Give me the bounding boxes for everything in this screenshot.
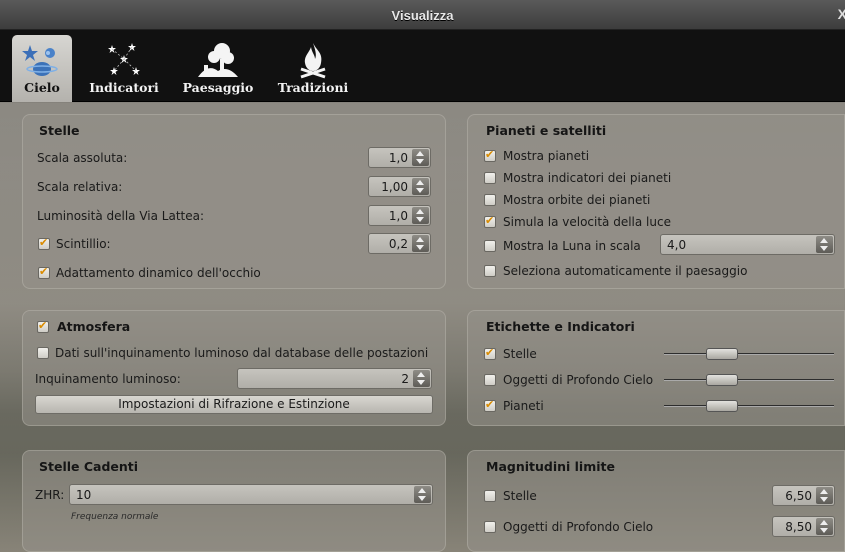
adaptation-label: Adattamento dinamico dell'occhio bbox=[56, 266, 261, 280]
tab-indicatori[interactable]: Indicatori bbox=[82, 35, 166, 102]
label-planets-slider-handle[interactable] bbox=[706, 400, 738, 412]
label-stars-label: Stelle bbox=[503, 347, 537, 361]
zhr-spinbox[interactable]: 10 bbox=[69, 484, 433, 505]
planets-title: Pianeti e satelliti bbox=[486, 123, 607, 138]
twinkle-label: Scintillio: bbox=[56, 237, 111, 251]
stars-panel: Stelle Scala assoluta: 1,0 Scala relativ… bbox=[22, 114, 446, 289]
label-dso-slider-handle[interactable] bbox=[706, 374, 738, 386]
mag-dso-label: Oggetti di Profondo Cielo bbox=[503, 520, 654, 534]
title-bar: Visualizza X bbox=[0, 0, 845, 30]
atmosphere-checkbox[interactable] bbox=[37, 319, 49, 333]
label-planets-checkbox[interactable] bbox=[484, 398, 496, 412]
zhr-value: 10 bbox=[76, 488, 92, 502]
label-stars-slider[interactable] bbox=[664, 353, 834, 355]
label-dso-slider[interactable] bbox=[664, 379, 834, 381]
mag-stars-spinbox[interactable]: 6,50 bbox=[772, 485, 835, 506]
magnitude-panel: Magnitudini limite Stelle 6,50 Oggetti d… bbox=[467, 450, 845, 552]
tab-label-tradizioni: Tradizioni bbox=[277, 80, 349, 95]
label-planets-slider[interactable] bbox=[664, 405, 834, 407]
tab-paesaggio[interactable]: Paesaggio bbox=[176, 35, 260, 102]
show-orbits-label: Mostra orbite dei pianeti bbox=[503, 193, 651, 207]
refraction-settings-button[interactable]: Impostazioni di Rifrazione e Estinzione bbox=[35, 395, 433, 414]
light-pollution-label: Inquinamento luminoso: bbox=[35, 372, 181, 386]
relative-scale-spinbox[interactable]: 1,00 bbox=[368, 176, 431, 197]
markings-icon bbox=[108, 43, 140, 75]
tab-label-indicatori: Indicatori bbox=[89, 80, 159, 95]
mag-stars-value: 6,50 bbox=[785, 489, 812, 503]
landscape-icon bbox=[198, 43, 238, 77]
tab-label-paesaggio: Paesaggio bbox=[182, 80, 254, 95]
content-area: Stelle Scala assoluta: 1,0 Scala relativ… bbox=[0, 103, 845, 552]
mag-dso-spinbox[interactable]: 8,50 bbox=[772, 516, 835, 537]
twinkle-checkbox[interactable] bbox=[38, 236, 50, 250]
twinkle-value: 0,2 bbox=[388, 237, 408, 251]
milky-way-spinbox[interactable]: 1,0 bbox=[368, 205, 431, 226]
light-pollution-value: 2 bbox=[401, 372, 409, 386]
label-stars-slider-handle[interactable] bbox=[706, 348, 738, 360]
show-markers-label: Mostra indicatori dei pianeti bbox=[503, 171, 672, 185]
tab-label-cielo: Cielo bbox=[24, 80, 60, 95]
milky-way-value: 1,0 bbox=[388, 209, 408, 223]
zhr-label: ZHR: bbox=[35, 488, 65, 502]
twinkle-spinbox[interactable]: 0,2 bbox=[368, 233, 431, 254]
light-speed-checkbox[interactable] bbox=[484, 214, 496, 228]
tab-tradizioni[interactable]: Tradizioni bbox=[268, 35, 358, 102]
moon-scale-spinbox[interactable]: 4,0 bbox=[660, 234, 835, 255]
moon-scale-stepper[interactable] bbox=[816, 236, 833, 253]
close-button[interactable]: X bbox=[838, 6, 845, 22]
mag-stars-checkbox[interactable] bbox=[484, 490, 496, 502]
zhr-stepper[interactable] bbox=[414, 486, 431, 503]
relative-scale-stepper[interactable] bbox=[412, 178, 429, 195]
stars-title: Stelle bbox=[39, 123, 80, 138]
mag-dso-value: 8,50 bbox=[785, 520, 812, 534]
tab-cielo[interactable]: Cielo bbox=[12, 35, 72, 102]
twinkle-stepper[interactable] bbox=[412, 235, 429, 252]
absolute-scale-label: Scala assoluta: bbox=[37, 151, 128, 165]
moon-scale-label: Mostra la Luna in scala bbox=[503, 239, 641, 253]
sky-icon bbox=[22, 45, 58, 76]
label-dso-label: Oggetti di Profondo Cielo bbox=[503, 373, 654, 387]
auto-landscape-checkbox[interactable] bbox=[484, 265, 496, 277]
labels-title: Etichette e Indicatori bbox=[486, 319, 635, 334]
milky-way-label: Luminosità della Via Lattea: bbox=[37, 209, 205, 223]
relative-scale-label: Scala relativa: bbox=[37, 180, 123, 194]
label-dso-checkbox[interactable] bbox=[484, 374, 496, 386]
tab-bar: Cielo Indicatori Paesaggio Tradizioni bbox=[0, 30, 845, 102]
light-speed-label: Simula la velocità della luce bbox=[503, 215, 671, 229]
mag-dso-stepper[interactable] bbox=[816, 518, 833, 535]
label-planets-label: Pianeti bbox=[503, 399, 544, 413]
atmosphere-panel: Atmosfera Dati sull'inquinamento luminos… bbox=[22, 310, 446, 426]
show-planets-label: Mostra pianeti bbox=[503, 149, 590, 163]
mag-dso-checkbox[interactable] bbox=[484, 521, 496, 533]
auto-landscape-label: Seleziona automaticamente il paesaggio bbox=[503, 264, 748, 278]
light-pollution-db-checkbox[interactable] bbox=[37, 347, 49, 359]
light-pollution-spinbox[interactable]: 2 bbox=[237, 368, 432, 389]
absolute-scale-value: 1,0 bbox=[388, 151, 408, 165]
label-stars-checkbox[interactable] bbox=[484, 346, 496, 360]
mag-stars-stepper[interactable] bbox=[816, 487, 833, 504]
labels-panel: Etichette e Indicatori Stelle Oggetti di… bbox=[467, 310, 845, 426]
window-title: Visualizza bbox=[391, 8, 454, 23]
show-markers-checkbox[interactable] bbox=[484, 172, 496, 184]
absolute-scale-spinbox[interactable]: 1,0 bbox=[368, 147, 431, 168]
light-pollution-db-label: Dati sull'inquinamento luminoso dal data… bbox=[55, 346, 429, 360]
adaptation-checkbox[interactable] bbox=[38, 265, 50, 279]
zhr-hint: Frequenza normale bbox=[71, 512, 159, 522]
mag-stars-label: Stelle bbox=[503, 489, 537, 503]
milky-way-stepper[interactable] bbox=[412, 207, 429, 224]
shooting-stars-panel: Stelle Cadenti ZHR: 10 Frequenza normale bbox=[22, 450, 446, 552]
atmosphere-title: Atmosfera bbox=[57, 319, 131, 334]
traditions-icon bbox=[300, 43, 326, 79]
moon-scale-checkbox[interactable] bbox=[484, 240, 496, 252]
absolute-scale-stepper[interactable] bbox=[412, 149, 429, 166]
relative-scale-value: 1,00 bbox=[381, 180, 408, 194]
shooting-stars-title: Stelle Cadenti bbox=[39, 459, 139, 474]
magnitude-title: Magnitudini limite bbox=[486, 459, 615, 474]
show-orbits-checkbox[interactable] bbox=[484, 194, 496, 206]
light-pollution-stepper[interactable] bbox=[413, 370, 430, 387]
show-planets-checkbox[interactable] bbox=[484, 148, 496, 162]
planets-panel: Pianeti e satelliti Mostra pianeti Mostr… bbox=[467, 114, 845, 289]
moon-scale-value: 4,0 bbox=[667, 238, 687, 252]
